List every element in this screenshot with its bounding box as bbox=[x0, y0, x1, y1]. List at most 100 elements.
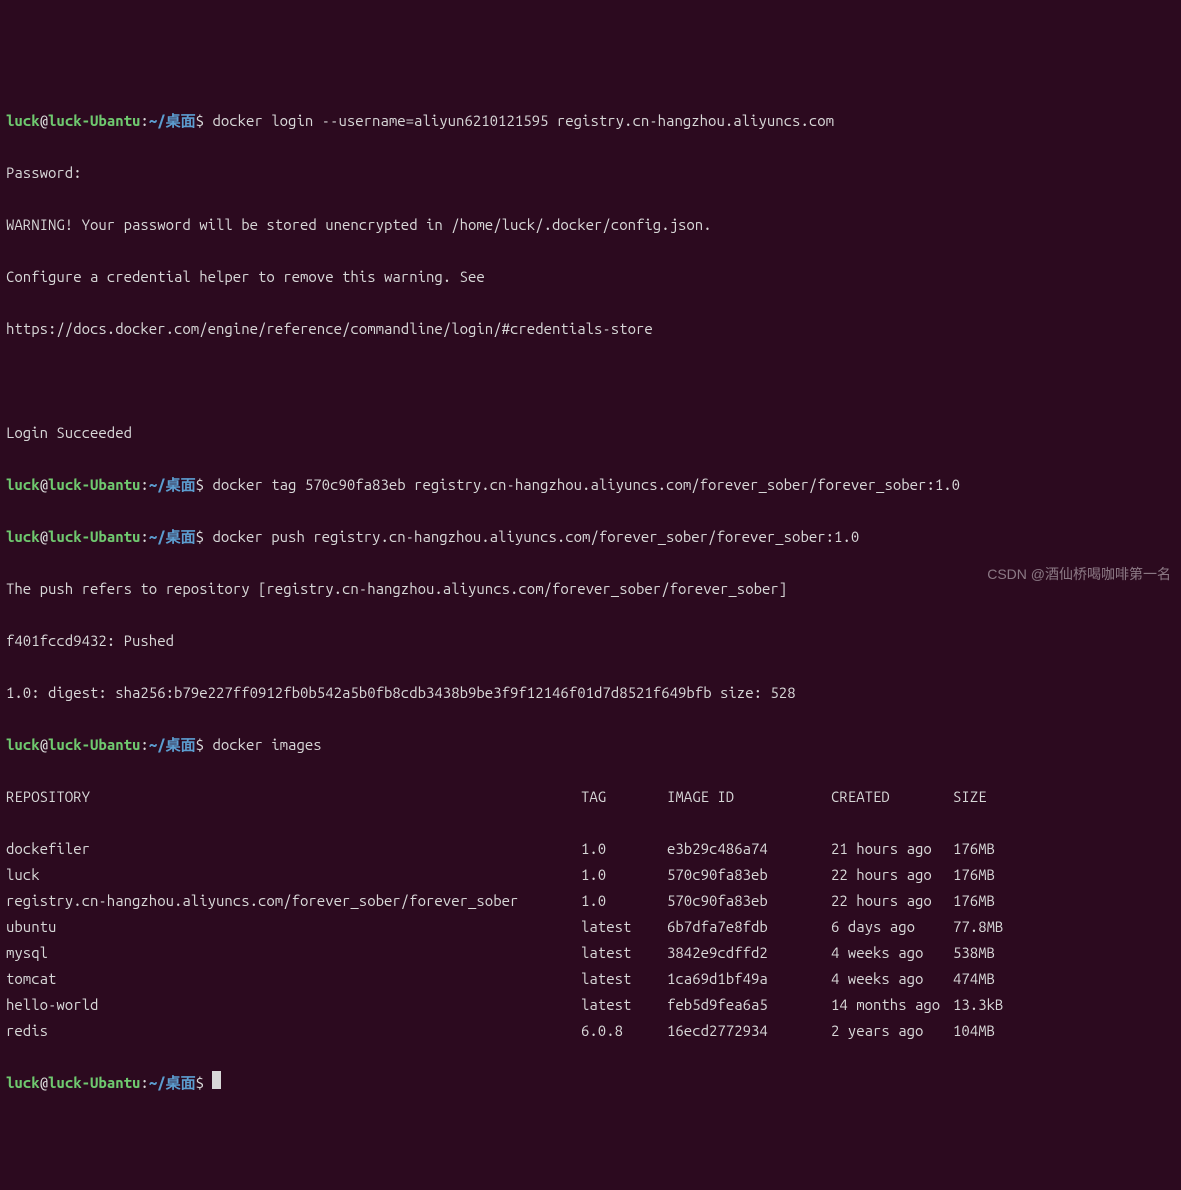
command-push: docker push registry.cn-hangzhou.aliyunc… bbox=[212, 528, 859, 545]
password-prompt: Password: bbox=[6, 164, 82, 181]
cell-tag: latest bbox=[581, 992, 667, 1018]
cell-created: 14 months ago bbox=[831, 992, 953, 1018]
cell-imgid: 570c90fa83eb bbox=[667, 862, 831, 888]
watermark: CSDN @酒仙桥喝咖啡第一名 bbox=[987, 561, 1171, 587]
prompt-dollar: $ bbox=[196, 112, 204, 129]
cell-imgid: 6b7dfa7e8fdb bbox=[667, 914, 831, 940]
prompt-path: ~/桌面 bbox=[149, 476, 196, 493]
prompt-path: ~/桌面 bbox=[149, 1074, 196, 1091]
cell-repo: registry.cn-hangzhou.aliyuncs.com/foreve… bbox=[6, 888, 581, 914]
prompt-dollar: $ bbox=[196, 1074, 204, 1091]
terminal-line: luck@luck-Ubantu:~/桌面$ docker login --us… bbox=[6, 108, 1175, 134]
col-header-repo: REPOSITORY bbox=[6, 784, 581, 810]
command-login: docker login --username=aliyun6210121595… bbox=[212, 112, 834, 129]
terminal-line: luck@luck-Ubantu:~/桌面$ docker push regis… bbox=[6, 524, 1175, 550]
prompt-dollar: $ bbox=[196, 528, 204, 545]
cell-tag: 1.0 bbox=[581, 862, 667, 888]
prompt-user: luck bbox=[6, 736, 40, 753]
cell-tag: latest bbox=[581, 940, 667, 966]
warning-line: https://docs.docker.com/engine/reference… bbox=[6, 320, 653, 337]
cell-repo: redis bbox=[6, 1018, 581, 1044]
cell-size: 176MB bbox=[953, 862, 1033, 888]
prompt-host: luck-Ubantu bbox=[48, 476, 140, 493]
table-row: ubuntulatest6b7dfa7e8fdb6 days ago77.8MB bbox=[6, 914, 1175, 940]
prompt-host: luck-Ubantu bbox=[48, 1074, 140, 1091]
col-header-tag: TAG bbox=[581, 784, 667, 810]
prompt-host: luck-Ubantu bbox=[48, 112, 140, 129]
terminal-line: WARNING! Your password will be stored un… bbox=[6, 212, 1175, 238]
cell-size: 13.3kB bbox=[953, 992, 1033, 1018]
blank-line bbox=[6, 372, 14, 389]
cell-size: 77.8MB bbox=[953, 914, 1033, 940]
table-row: luck1.0570c90fa83eb22 hours ago176MB bbox=[6, 862, 1175, 888]
col-header-size: SIZE bbox=[953, 784, 1033, 810]
push-ref: The push refers to repository [registry.… bbox=[6, 580, 787, 597]
prompt-path: ~/桌面 bbox=[149, 736, 196, 753]
terminal-line: https://docs.docker.com/engine/reference… bbox=[6, 316, 1175, 342]
cell-created: 2 years ago bbox=[831, 1018, 953, 1044]
cell-imgid: 570c90fa83eb bbox=[667, 888, 831, 914]
cell-imgid: 3842e9cdffd2 bbox=[667, 940, 831, 966]
cell-tag: 1.0 bbox=[581, 888, 667, 914]
cell-size: 176MB bbox=[953, 836, 1033, 862]
terminal-line: 1.0: digest: sha256:b79e227ff0912fb0b542… bbox=[6, 680, 1175, 706]
table-row: registry.cn-hangzhou.aliyuncs.com/foreve… bbox=[6, 888, 1175, 914]
table-row: redis6.0.816ecd27729342 years ago104MB bbox=[6, 1018, 1175, 1044]
command-images: docker images bbox=[212, 736, 321, 753]
prompt-user: luck bbox=[6, 528, 40, 545]
cell-created: 4 weeks ago bbox=[831, 940, 953, 966]
cell-repo: mysql bbox=[6, 940, 581, 966]
cell-repo: dockefiler bbox=[6, 836, 581, 862]
warning-line: WARNING! Your password will be stored un… bbox=[6, 216, 712, 233]
cell-tag: 1.0 bbox=[581, 836, 667, 862]
cell-created: 22 hours ago bbox=[831, 888, 953, 914]
cell-tag: 6.0.8 bbox=[581, 1018, 667, 1044]
prompt-path: ~/桌面 bbox=[149, 528, 196, 545]
table-row: dockefiler1.0e3b29c486a7421 hours ago176… bbox=[6, 836, 1175, 862]
table-row: mysqllatest3842e9cdffd24 weeks ago538MB bbox=[6, 940, 1175, 966]
cell-imgid: feb5d9fea6a5 bbox=[667, 992, 831, 1018]
terminal-line: Login Succeeded bbox=[6, 420, 1175, 446]
cell-size: 104MB bbox=[953, 1018, 1033, 1044]
prompt-host: luck-Ubantu bbox=[48, 736, 140, 753]
table-row: tomcatlatest1ca69d1bf49a4 weeks ago474MB bbox=[6, 966, 1175, 992]
login-succeeded: Login Succeeded bbox=[6, 424, 132, 441]
prompt-dollar: $ bbox=[196, 736, 204, 753]
table-header-row: REPOSITORYTAGIMAGE IDCREATEDSIZE bbox=[6, 784, 1175, 810]
prompt-path: ~/桌面 bbox=[149, 112, 196, 129]
prompt-dollar: $ bbox=[196, 476, 204, 493]
cell-size: 176MB bbox=[953, 888, 1033, 914]
terminal-line: luck@luck-Ubantu:~/桌面$ bbox=[6, 1070, 1175, 1096]
push-digest: 1.0: digest: sha256:b79e227ff0912fb0b542… bbox=[6, 684, 796, 701]
cell-imgid: 1ca69d1bf49a bbox=[667, 966, 831, 992]
prompt-host: luck-Ubantu bbox=[48, 528, 140, 545]
cell-tag: latest bbox=[581, 966, 667, 992]
table-row: hello-worldlatestfeb5d9fea6a514 months a… bbox=[6, 992, 1175, 1018]
col-header-imgid: IMAGE ID bbox=[667, 784, 831, 810]
terminal-line: luck@luck-Ubantu:~/桌面$ docker images bbox=[6, 732, 1175, 758]
cell-created: 6 days ago bbox=[831, 914, 953, 940]
cell-created: 4 weeks ago bbox=[831, 966, 953, 992]
terminal-line: f401fccd9432: Pushed bbox=[6, 628, 1175, 654]
cell-size: 538MB bbox=[953, 940, 1033, 966]
cell-created: 21 hours ago bbox=[831, 836, 953, 862]
cell-tag: latest bbox=[581, 914, 667, 940]
cell-repo: hello-world bbox=[6, 992, 581, 1018]
prompt-user: luck bbox=[6, 476, 40, 493]
cell-repo: tomcat bbox=[6, 966, 581, 992]
cell-repo: ubuntu bbox=[6, 914, 581, 940]
prompt-user: luck bbox=[6, 1074, 40, 1091]
cell-size: 474MB bbox=[953, 966, 1033, 992]
terminal-line bbox=[6, 368, 1175, 394]
col-header-created: CREATED bbox=[831, 784, 953, 810]
command-tag: docker tag 570c90fa83eb registry.cn-hang… bbox=[212, 476, 960, 493]
warning-line: Configure a credential helper to remove … bbox=[6, 268, 485, 285]
terminal-line: Configure a credential helper to remove … bbox=[6, 264, 1175, 290]
push-layer: f401fccd9432: Pushed bbox=[6, 632, 174, 649]
terminal-line: Password: bbox=[6, 160, 1175, 186]
cell-repo: luck bbox=[6, 862, 581, 888]
cell-imgid: e3b29c486a74 bbox=[667, 836, 831, 862]
cursor-icon[interactable] bbox=[212, 1071, 221, 1089]
cell-imgid: 16ecd2772934 bbox=[667, 1018, 831, 1044]
cell-created: 22 hours ago bbox=[831, 862, 953, 888]
